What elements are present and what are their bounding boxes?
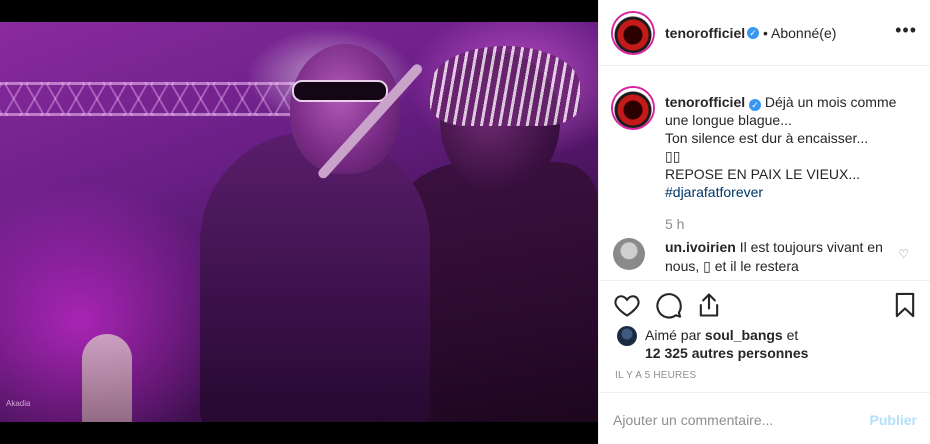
background-musician [82,334,132,422]
comment-username[interactable]: un.ivoirien [665,239,736,255]
caption-username[interactable]: tenorofficiel [665,94,745,110]
performer-right-hair [430,46,580,126]
liker-avatar[interactable] [617,326,637,346]
caption-line: ▯▯ [665,148,681,164]
more-options-icon[interactable]: ••• [895,20,917,40]
commenter-avatar[interactable] [613,238,645,270]
like-comment-icon[interactable]: ♡ [898,247,909,261]
comment-icon[interactable] [655,291,683,319]
post-side-panel: tenorofficiel ✓ • Abonné(e) ••• tenoroff… [598,0,930,444]
likes-prefix: Aimé par [645,327,702,343]
post-photo[interactable]: Akadia [0,22,598,422]
likes-summary: Aimé par soul_bangs et 12 325 autres per… [599,322,930,366]
comment-input[interactable] [613,409,853,431]
performer-left-body [200,132,430,422]
photo-watermark: Akadia [6,399,31,408]
hashtag-link[interactable]: #djarafatforever [665,183,913,201]
comment: un.ivoirien Il est toujours vivant en no… [665,238,885,276]
verified-badge-icon: ✓ [747,27,759,39]
verified-badge-icon: ✓ [749,99,762,111]
liker-username[interactable]: soul_bangs [705,327,783,343]
caption-time[interactable]: 5 h [665,216,684,232]
caption: tenorofficiel ✓ Déjà un mois comme une l… [665,93,913,201]
likes-suffix: et [786,327,799,343]
post-header: tenorofficiel ✓ • Abonné(e) ••• [599,0,930,66]
follow-status[interactable]: • Abonné(e) [763,25,836,41]
likes-text: Aimé par soul_bangs et 12 325 autres per… [645,326,808,362]
header-username[interactable]: tenorofficiel [665,25,745,41]
post-photo-panel: Akadia [0,0,598,444]
sunglasses [292,80,388,102]
share-icon[interactable] [695,291,723,319]
caption-line: Ton silence est dur à encaisser... [665,130,869,146]
caption-avatar[interactable] [613,88,653,128]
bookmark-icon[interactable] [891,291,919,319]
post-comment-button[interactable]: Publier [870,412,917,428]
caption-line: REPOSE EN PAIX LE VIEUX... [665,166,861,182]
add-comment-form: Publier [599,392,930,444]
comments-section: tenorofficiel ✓ Déjà un mois comme une l… [599,66,930,280]
profile-avatar[interactable] [613,13,653,53]
likes-count[interactable]: 12 325 autres personnes [645,345,808,361]
heart-icon[interactable] [613,291,641,319]
post-timestamp[interactable]: IL Y A 5 HEURES [615,370,696,381]
